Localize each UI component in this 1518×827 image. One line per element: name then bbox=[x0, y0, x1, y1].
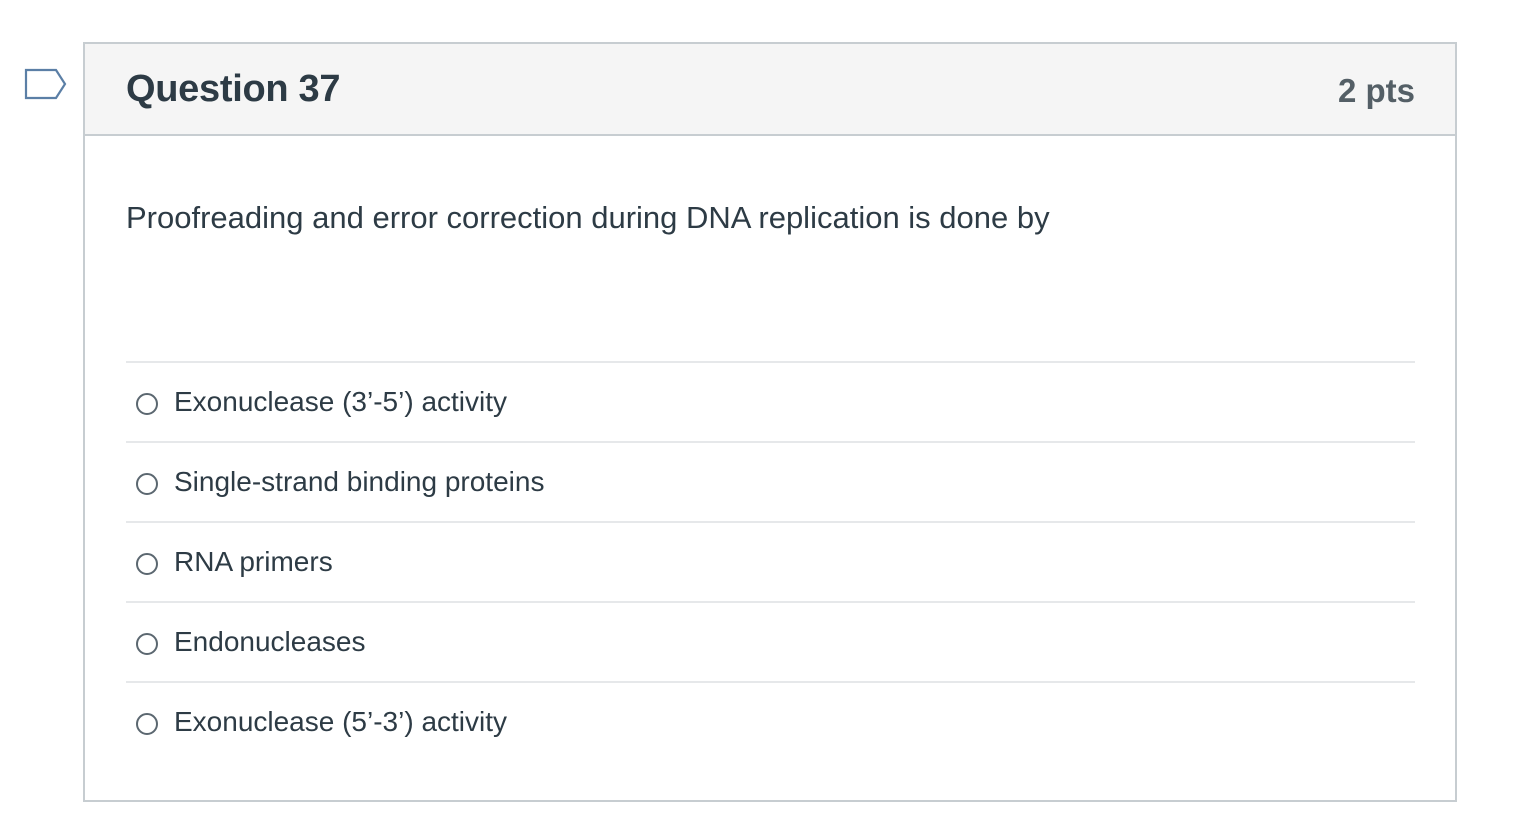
answer-label: Exonuclease (3’-5’) activity bbox=[174, 386, 508, 417]
radio-button[interactable] bbox=[136, 713, 158, 735]
question-text: Proofreading and error correction during… bbox=[126, 200, 1050, 235]
flag-question-icon[interactable] bbox=[24, 68, 68, 104]
question-title: Question 37 bbox=[126, 67, 341, 110]
question-header: Question 37 2 pts bbox=[85, 44, 1455, 136]
answer-list: Exonuclease (3’-5’) activity Single-stra… bbox=[126, 361, 1415, 761]
question-card: Question 37 2 pts Proofreading and error… bbox=[83, 42, 1457, 802]
answer-option[interactable]: Endonucleases bbox=[126, 603, 1415, 683]
radio-button[interactable] bbox=[136, 473, 158, 495]
answer-option[interactable]: Exonuclease (5’-3’) activity bbox=[126, 683, 1415, 761]
answer-label: Exonuclease (5’-3’) activity bbox=[174, 706, 508, 737]
answer-option[interactable]: Single-strand binding proteins bbox=[126, 443, 1415, 523]
answer-option[interactable]: RNA primers bbox=[126, 523, 1415, 603]
answer-label: Endonucleases bbox=[174, 626, 366, 657]
question-points: 2 pts bbox=[1337, 72, 1415, 109]
radio-button[interactable] bbox=[136, 393, 158, 415]
answer-option[interactable]: Exonuclease (3’-5’) activity bbox=[126, 363, 1415, 443]
answer-label: RNA primers bbox=[174, 546, 333, 577]
answer-label: Single-strand binding proteins bbox=[174, 466, 545, 497]
question-body: Proofreading and error correction during… bbox=[85, 200, 1455, 761]
radio-button[interactable] bbox=[136, 553, 158, 575]
radio-button[interactable] bbox=[136, 633, 158, 655]
